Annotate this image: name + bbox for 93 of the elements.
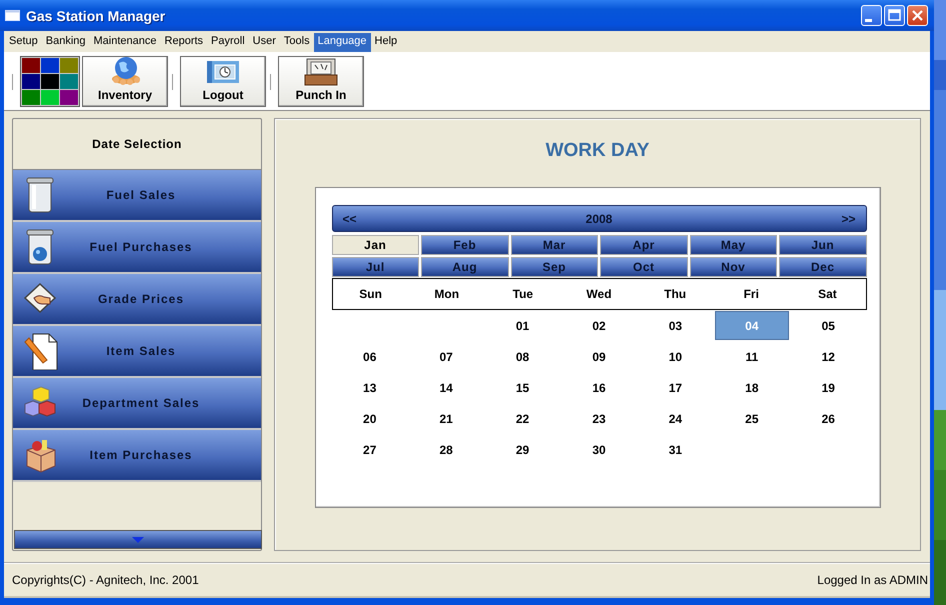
day-cell[interactable]: 12 [791,342,866,371]
menu-item[interactable]: User [248,33,280,52]
nav-button[interactable]: Department Sales [13,378,261,430]
day-cell[interactable]: 21 [408,404,484,433]
month-button[interactable]: Jul [332,257,419,277]
day-cell[interactable]: 17 [638,373,713,402]
close-icon [911,9,924,22]
day-cell[interactable]: 16 [562,373,636,402]
close-button[interactable] [907,5,928,26]
color-palette[interactable] [20,56,80,107]
day-cell[interactable]: 05 [791,311,866,340]
month-button[interactable]: Jun [779,235,866,255]
day-cell[interactable]: 09 [562,342,636,371]
nav-button[interactable]: Fuel Sales [13,170,261,222]
month-button[interactable]: Nov [690,257,777,277]
down-arrow-icon [132,536,144,542]
menu-item[interactable]: Maintenance [90,33,161,52]
weekday-label: Wed [585,287,613,301]
window-title: Gas Station Manager [26,8,166,24]
day-cell[interactable]: 24 [638,404,713,433]
nav-button[interactable]: Item Sales [13,326,261,378]
page-title: WORK DAY [546,140,650,163]
color-swatch[interactable] [22,90,40,105]
day-cell[interactable]: 15 [485,373,560,402]
document-pencil-icon [23,332,59,370]
day-cell[interactable]: 07 [408,342,484,371]
nav-button[interactable]: Grade Prices [13,274,261,326]
day-cell[interactable]: 11 [714,342,790,371]
month-button[interactable]: Dec [779,257,866,277]
color-swatch[interactable] [22,74,40,89]
color-swatch[interactable] [60,74,78,89]
color-swatch[interactable] [22,58,40,73]
menu-item[interactable]: Payroll [207,33,249,52]
toolbar-button[interactable]: Punch In [278,56,364,107]
day-cell[interactable]: 08 [485,342,560,371]
toolbar-button[interactable]: Inventory [82,56,168,107]
day-cell[interactable]: 02 [562,311,636,340]
day-cell[interactable]: 22 [485,404,560,433]
day-cell[interactable]: 28 [408,435,484,464]
menu-item[interactable]: Language [314,33,371,52]
previous-year-button[interactable]: << [332,212,367,226]
day-cell[interactable]: 19 [791,373,866,402]
day-cell[interactable]: 18 [714,373,790,402]
weekday-label: Fri [742,287,760,301]
menu-item[interactable]: Help [370,33,402,52]
day-cell[interactable]: 01 [485,311,560,340]
menu-item[interactable]: Setup [5,33,42,52]
color-swatch[interactable] [60,58,78,73]
weekday-label: Sat [817,287,838,301]
month-button[interactable]: May [690,235,777,255]
day-cell[interactable]: 14 [408,373,484,402]
month-button[interactable]: Mar [510,235,598,255]
day-cell[interactable]: 31 [638,435,713,464]
color-swatch[interactable] [60,90,78,105]
maximize-button[interactable] [884,5,905,26]
day-cell[interactable]: 30 [562,435,636,464]
year-label: 2008 [584,212,614,226]
scroll-down-button[interactable] [14,530,262,549]
weekday-label: Mon [433,287,460,301]
menu-item[interactable]: Reports [160,33,208,52]
minimize-button[interactable] [861,5,882,26]
month-button[interactable]: Apr [600,235,688,255]
color-swatch[interactable] [41,58,59,73]
day-cell[interactable]: 10 [638,342,713,371]
menu-item[interactable]: Tools [280,33,314,52]
weekday-label: Tue [512,287,534,301]
login-status: Logged In as ADMIN [817,572,928,586]
copyright-text: Copyrights(C) - Agnitech, Inc. 2001 [12,572,199,586]
maximize-icon [888,9,901,22]
month-button[interactable]: Jan [332,235,419,255]
minimize-icon [865,19,872,22]
day-cell[interactable]: 26 [791,404,866,433]
weekday-label: Thu [663,287,688,301]
day-cell[interactable]: 03 [638,311,713,340]
color-swatch[interactable] [41,74,59,89]
day-cell[interactable]: 27 [332,435,407,464]
day-cell[interactable]: 25 [714,404,790,433]
weekday-label: Sun [358,287,383,301]
day-cell[interactable]: 13 [332,373,407,402]
month-button[interactable]: Sep [510,257,598,277]
day-cell[interactable]: 06 [332,342,407,371]
color-swatch[interactable] [41,90,59,105]
toolbar-button[interactable]: Logout [180,56,266,107]
day-cell[interactable]: 23 [562,404,636,433]
day-cell[interactable]: 20 [332,404,407,433]
day-cell[interactable]: 29 [485,435,560,464]
nav-button[interactable]: Item Purchases [13,430,261,482]
menu-item[interactable]: Banking [42,33,90,52]
nav-button[interactable]: Fuel Purchases [13,222,261,274]
month-button[interactable]: Feb [421,235,508,255]
next-year-button[interactable]: >> [831,212,866,226]
window-icon [5,10,20,21]
month-button[interactable]: Oct [600,257,688,277]
